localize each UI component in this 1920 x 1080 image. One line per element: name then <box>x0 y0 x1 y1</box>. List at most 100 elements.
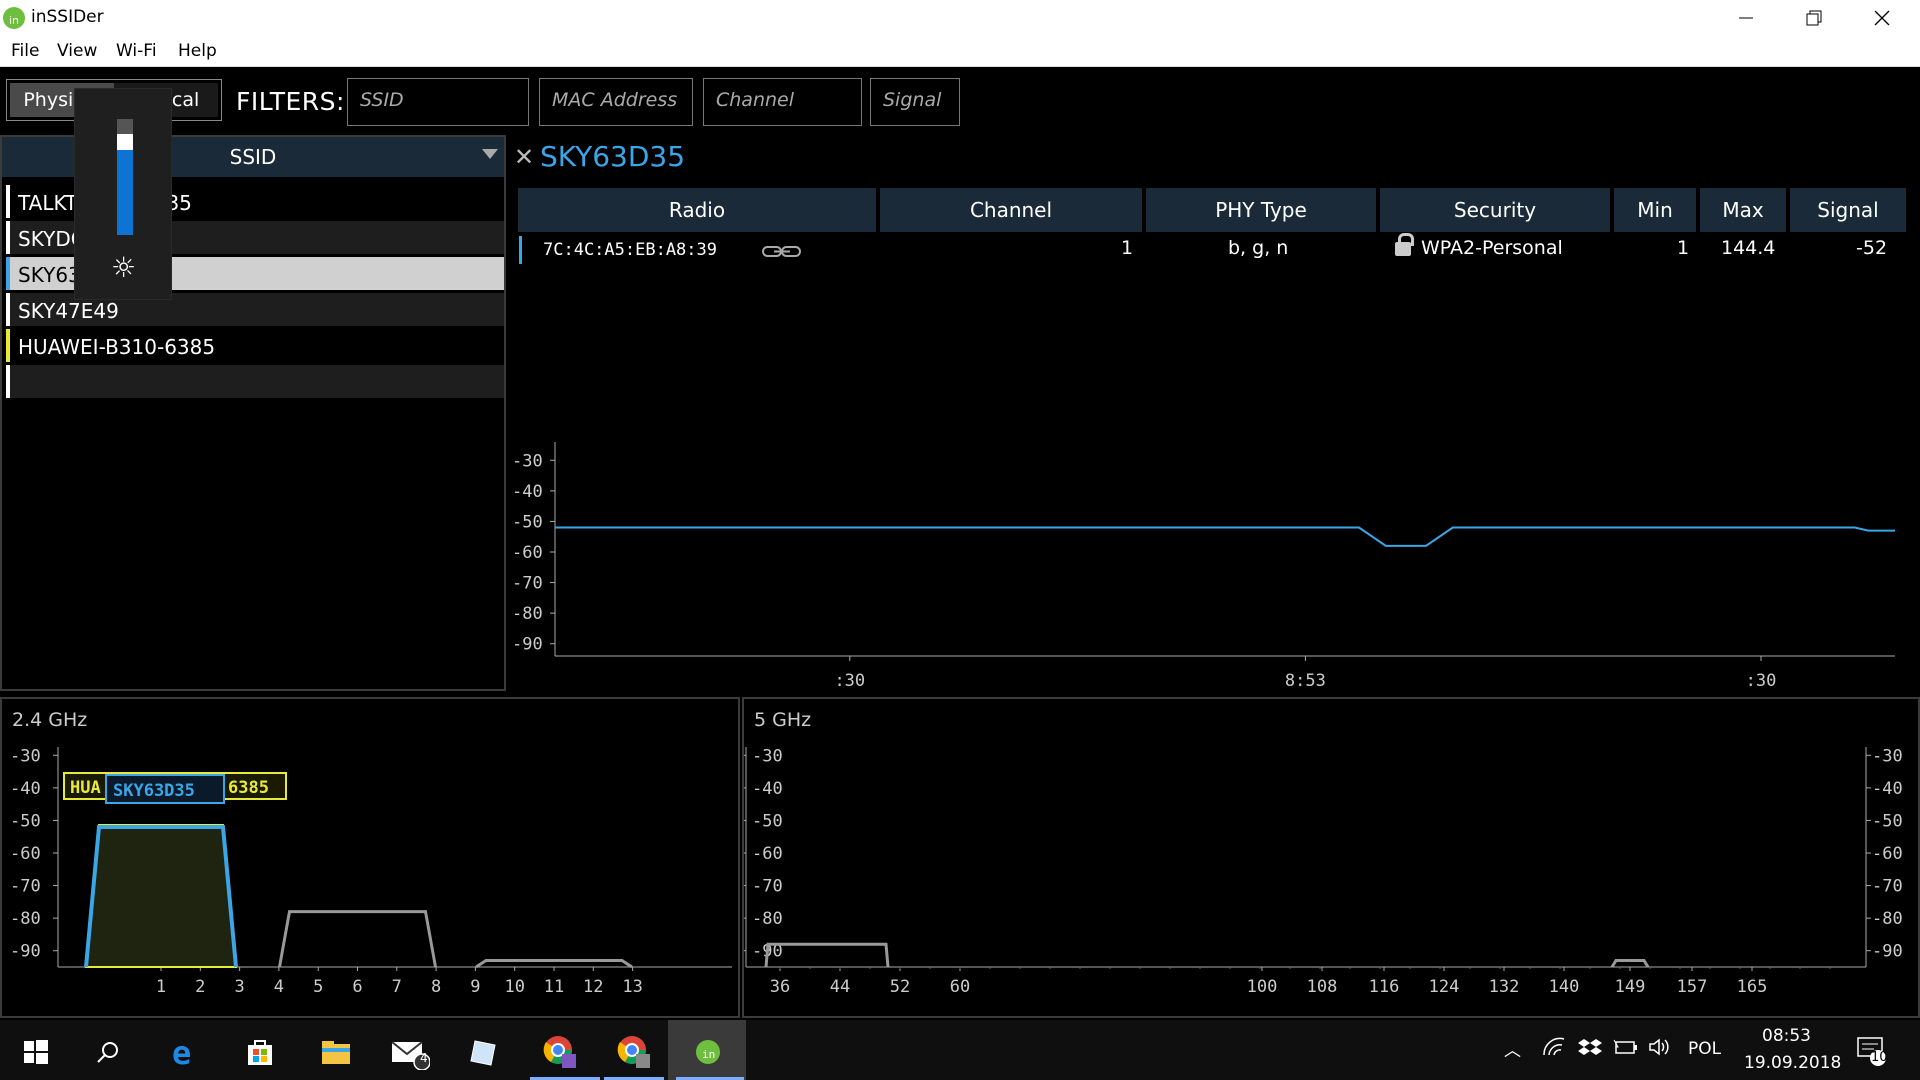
ssid-label: HUAWEI-B310-6385 <box>18 335 216 359</box>
wifi-icon[interactable] <box>1542 1037 1566 1062</box>
security-cell: WPA2-Personal <box>1395 232 1563 259</box>
edge-button[interactable]: e <box>164 1032 208 1072</box>
max-value: 144.4 <box>1721 237 1776 259</box>
menu-wifi[interactable]: Wi-Fi <box>116 41 157 61</box>
volume-icon[interactable] <box>1648 1037 1672 1062</box>
signal-time-chart: -30 -40 -50 -60 -70 -80 -90:30 8:53:30 <box>512 442 1895 690</box>
x-tick-label: 132 <box>1489 977 1520 997</box>
search-icon <box>97 1042 118 1063</box>
close-icon <box>1874 10 1890 25</box>
inssider-taskbar-button[interactable]: in <box>686 1032 730 1072</box>
close-button[interactable] <box>1848 0 1916 35</box>
x-tick-label: 10 <box>504 977 524 997</box>
clock-time[interactable]: 08:53 <box>1762 1026 1811 1046</box>
col-channel[interactable]: Channel <box>880 188 1142 232</box>
tray-chevron-icon[interactable]: ︿ <box>1504 1036 1521 1061</box>
col-radio[interactable]: Radio <box>518 188 876 232</box>
ssid-header-label: SSID <box>229 145 277 169</box>
search-button[interactable] <box>86 1032 130 1072</box>
radio-row-marker <box>519 236 522 264</box>
x-tick-label: 11 <box>544 977 564 997</box>
col-max[interactable]: Max <box>1700 188 1786 232</box>
signal-filter-input[interactable]: Signal <box>870 78 960 126</box>
band-24-title: 2.4 GHz <box>12 709 88 731</box>
menu-file[interactable]: File <box>11 41 39 61</box>
store-button[interactable] <box>238 1032 282 1072</box>
y-tick-label: -40 <box>10 779 41 799</box>
x-tick-label: 44 <box>830 977 850 997</box>
x-tick-label: 36 <box>770 977 790 997</box>
mac-filter-input[interactable]: MAC Address <box>539 78 693 126</box>
huawei-curve <box>84 823 238 968</box>
menu-help[interactable]: Help <box>178 41 217 61</box>
x-tick-label: 149 <box>1615 977 1646 997</box>
ssid-row[interactable]: HUAWEI-B310-6385 <box>6 329 504 362</box>
x-tick-label: 108 <box>1307 977 1338 997</box>
x-tick-label: 124 <box>1429 977 1460 997</box>
y-tick-label: -80 <box>752 909 783 929</box>
battery-icon[interactable] <box>1612 1037 1638 1062</box>
col-security[interactable]: Security <box>1380 188 1610 232</box>
sky-label: SKY63D35 <box>113 781 195 801</box>
y-tick-label: -50 <box>10 811 41 831</box>
x-tick-label: 8:53 <box>1285 671 1326 690</box>
phy-value: b, g, n <box>1228 237 1289 259</box>
brightness-slider-thumb[interactable] <box>117 134 133 150</box>
toolbar: Physical Logical FILTERS: SSID MAC Addre… <box>0 67 1920 135</box>
y-tick-label: -60 <box>752 844 783 864</box>
band-5-panel: 5 GHz -30 -30 -40 -40 -50 -50 -60 -60 -70 -70 -80 -… <box>742 697 1920 1018</box>
chrome-button[interactable] <box>612 1032 656 1072</box>
channel-filter-input[interactable]: Channel <box>703 78 862 126</box>
menu-bar: File View Wi-Fi Help <box>0 35 1920 67</box>
app-logo-icon: in <box>3 7 25 29</box>
x-tick-label: 2 <box>195 977 205 997</box>
x-tick-label: 6 <box>352 977 362 997</box>
dropbox-shape-icon <box>1578 1039 1602 1055</box>
band-24-chart: -30-40-50-60-70-80-901 2 3 4 5 6 7 8 9 10 11 12 13HU… <box>10 746 732 997</box>
col-signal[interactable]: Signal <box>1790 188 1906 232</box>
notes-icon <box>470 1040 496 1066</box>
y-tick-label: -50 <box>512 512 543 532</box>
minimize-button[interactable] <box>1712 0 1780 35</box>
ssid-filter-input[interactable]: SSID <box>347 78 529 126</box>
huawei-label-right: 6385 <box>228 778 269 798</box>
col-min[interactable]: Min <box>1614 188 1696 232</box>
battery-shape-icon <box>1613 1039 1637 1054</box>
x-tick-label: 157 <box>1677 977 1708 997</box>
signal-line <box>555 526 1895 547</box>
y-tick-label-right: -70 <box>1872 877 1903 897</box>
y-tick-label-right: -40 <box>1872 779 1903 799</box>
ssid-row[interactable] <box>6 365 504 398</box>
x-tick-label: :30 <box>834 671 865 690</box>
language-indicator[interactable]: POL <box>1688 1039 1721 1059</box>
col-phy-type[interactable]: PHY Type <box>1146 188 1376 232</box>
explorer-button[interactable] <box>314 1032 358 1072</box>
y-tick-label: -30 <box>752 746 783 766</box>
notification-center-button[interactable]: 10 <box>1856 1034 1888 1071</box>
x-tick-label: 116 <box>1369 977 1400 997</box>
notes-button[interactable] <box>462 1032 506 1072</box>
ssid-label: SKY47E49 <box>18 299 119 323</box>
restore-button[interactable] <box>1780 0 1848 35</box>
y-tick-label: -60 <box>512 543 543 563</box>
chrome-profile-button[interactable] <box>538 1032 582 1072</box>
dropbox-icon[interactable] <box>1578 1037 1602 1062</box>
close-detail-icon[interactable]: ✕ <box>514 143 534 171</box>
x-tick-label: 13 <box>622 977 642 997</box>
edge-icon: e <box>172 1036 191 1068</box>
channel-value: 1 <box>1121 237 1134 259</box>
sort-dropdown-icon[interactable] <box>482 149 498 159</box>
restore-icon <box>1806 10 1822 25</box>
chrome-icon-2 <box>617 1036 650 1068</box>
menu-view[interactable]: View <box>57 41 97 61</box>
network-curve <box>475 958 633 969</box>
x-tick-label: 140 <box>1549 977 1580 997</box>
y-tick-label: -80 <box>10 909 41 929</box>
min-value: 1 <box>1677 237 1690 259</box>
store-icon <box>248 1040 272 1065</box>
clock-date[interactable]: 19.09.2018 <box>1744 1053 1841 1073</box>
x-tick-label: 1 <box>156 977 166 997</box>
chrome-icon <box>543 1036 576 1068</box>
start-button[interactable] <box>14 1032 58 1072</box>
mail-button[interactable]: 4 <box>388 1032 432 1072</box>
